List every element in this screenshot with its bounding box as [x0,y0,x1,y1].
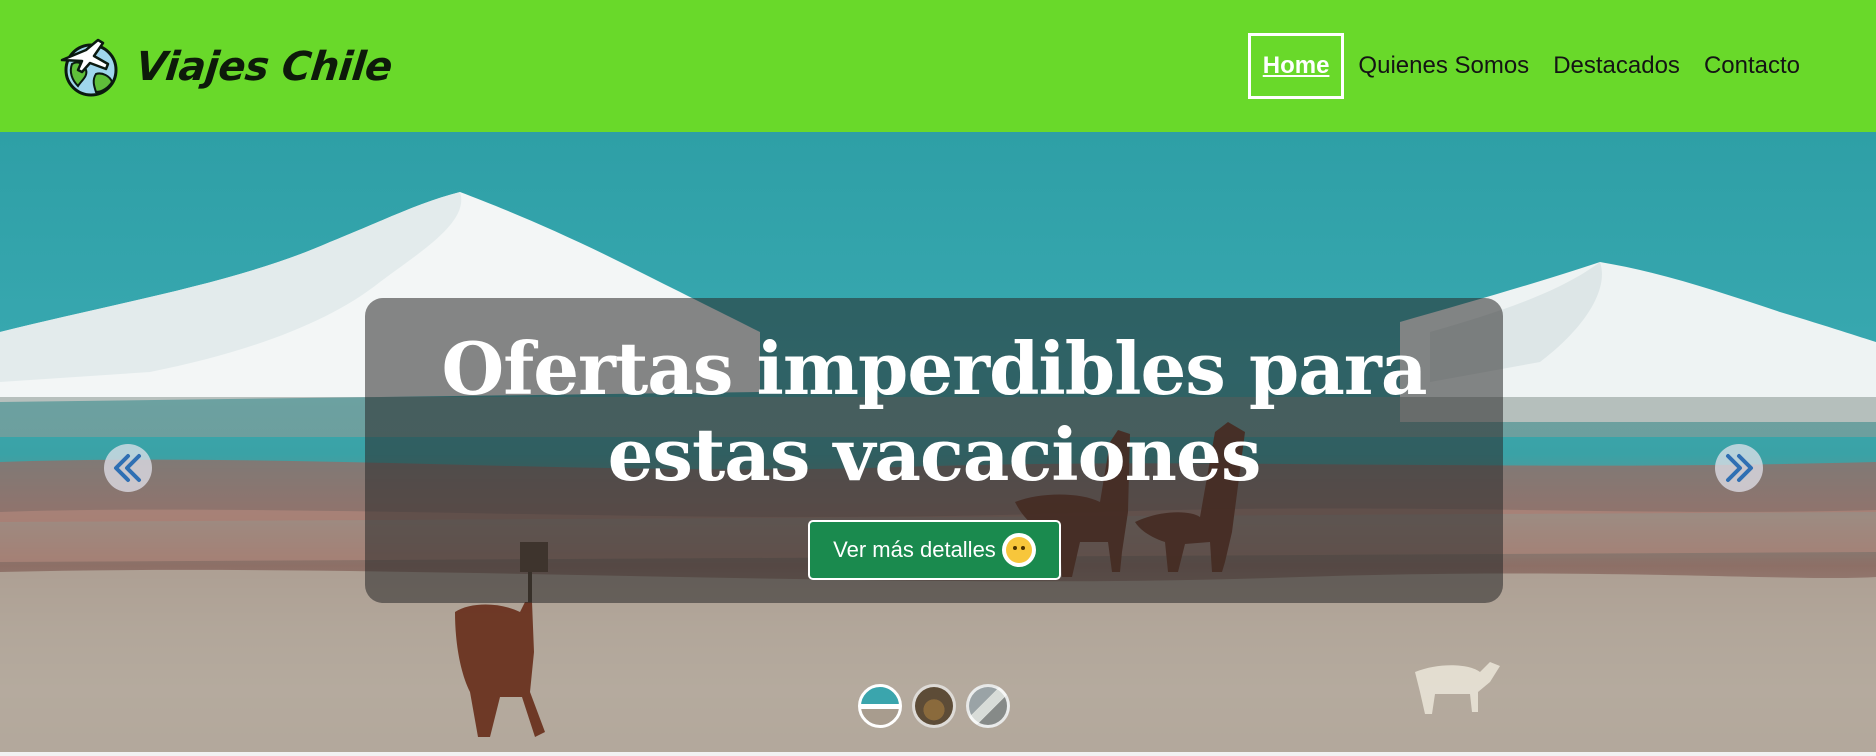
carousel-next-button[interactable] [1715,444,1763,492]
nav-contacto[interactable]: Contacto [1692,33,1812,99]
nav-home[interactable]: Home [1247,33,1345,99]
hero-title: Ofertas imperdibles para estas vacacione… [441,326,1428,497]
brand-link[interactable]: Viajes Chile [56,32,395,102]
nav-destacados[interactable]: Destacados [1541,33,1692,99]
carousel-indicator-3[interactable] [966,684,1010,728]
brand-name: Viajes Chile [133,44,395,90]
carousel-indicator-1[interactable] [858,684,902,728]
double-chevron-left-icon [114,454,141,482]
caption-panel: Ofertas imperdibles para estas vacacione… [365,298,1503,603]
double-chevron-right-icon [1726,454,1753,482]
ver-mas-detalles-button[interactable]: Ver más detalles [808,520,1061,580]
page-bottom-divider [0,752,1876,756]
nav-quienes-somos[interactable]: Quienes Somos [1346,33,1541,99]
navbar: Viajes Chile Home Quienes Somos Destacad… [0,0,1876,132]
carousel-prev-button[interactable] [104,444,152,492]
main-nav: Home Quienes Somos Destacados Contacto [1247,33,1812,99]
carousel-indicators [858,684,1010,728]
cta-label: Ver más detalles [833,537,996,562]
globe-airplane-icon [56,34,122,100]
hero-carousel: Ofertas imperdibles para estas vacacione… [0,132,1876,752]
smiling-face-emoji-icon [1001,533,1036,567]
carousel-indicator-2[interactable] [912,684,956,728]
